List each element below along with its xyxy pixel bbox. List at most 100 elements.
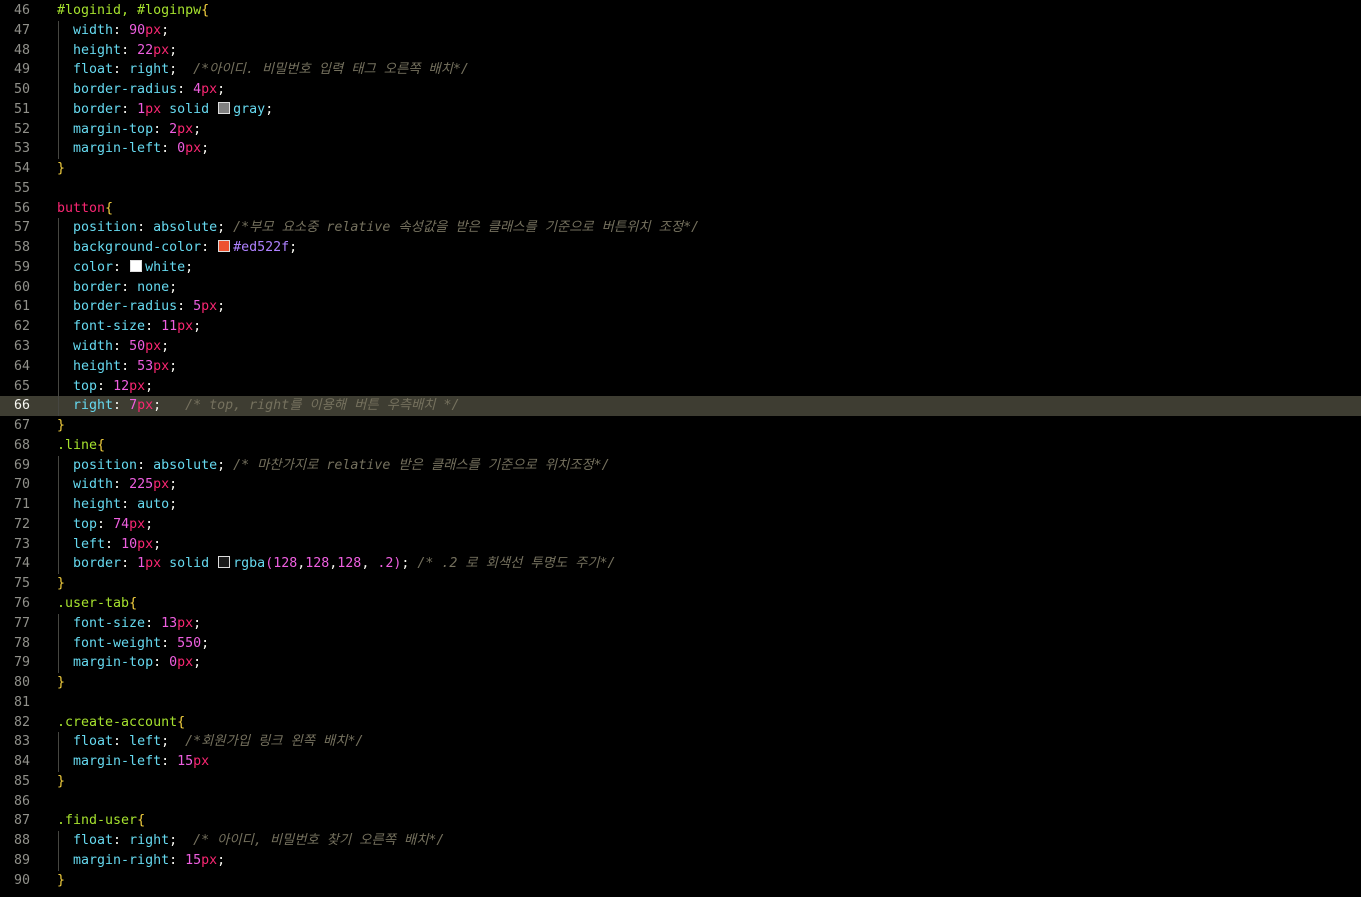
code-text: margin-left: 15px	[57, 752, 209, 772]
code-line[interactable]: 84 margin-left: 15px	[0, 752, 1361, 772]
code-line[interactable]: 57 position: absolute; /*부모 요소중 relative…	[0, 218, 1361, 239]
token-unit: px	[145, 339, 162, 355]
token-prop: height	[73, 42, 122, 58]
token-val: right	[129, 62, 170, 78]
token-num: 74	[113, 516, 130, 532]
token-com: /*아이디. 비밀번호 입력 태그 오른쪽 배치*/	[193, 62, 469, 78]
line-number: 76	[13, 595, 30, 611]
code-line[interactable]: 72 top: 74px;	[0, 514, 1361, 535]
token-brace: }	[57, 872, 66, 888]
token-punc: ;	[201, 635, 210, 651]
code-line[interactable]: 55	[0, 179, 1361, 199]
code-line[interactable]: 63 width: 50px;	[0, 337, 1361, 357]
code-editor[interactable]: 46 #loginid, #loginpw{47 width: 90px; 48 h…	[0, 0, 1361, 890]
code-line[interactable]: 67}	[0, 416, 1361, 436]
code-line[interactable]: 75}	[0, 574, 1361, 594]
code-line[interactable]: 66 right: 7px; /* top, right를 이용해 버튼 우측배…	[0, 396, 1361, 417]
token-prop: margin-left	[73, 754, 162, 770]
token-punc: :	[121, 556, 138, 572]
token-punc: ;	[169, 62, 194, 78]
code-line[interactable]: 80}	[0, 673, 1361, 693]
token-punc: :	[121, 279, 138, 295]
line-number: 52	[13, 121, 30, 137]
token-num: 53	[137, 358, 154, 374]
code-text: height: 22px;	[57, 41, 177, 61]
token-tag: button	[57, 200, 106, 216]
code-line[interactable]: 48 height: 22px;	[0, 40, 1361, 61]
code-line[interactable]: 73 left: 10px;	[0, 534, 1361, 555]
code-line[interactable]: 81	[0, 693, 1361, 713]
token-brace: }	[57, 773, 66, 789]
token-punc	[57, 82, 73, 97]
code-line[interactable]: 46 #loginid, #loginpw{	[0, 1, 1361, 21]
code-text: width: 50px;	[57, 337, 169, 357]
code-line[interactable]: 74 border: 1px solid rgba(128,128,128, .…	[0, 554, 1361, 575]
code-line[interactable]: 49 float: right; /*아이디. 비밀번호 입력 태그 오른쪽 배…	[0, 60, 1361, 81]
code-text: .create-account{	[57, 713, 185, 733]
code-line[interactable]: 50 border-radius: 4px;	[0, 80, 1361, 100]
token-punc: ;	[169, 497, 178, 513]
token-com: /* .2 로 회색선 투명도 주기*/	[417, 556, 616, 572]
code-text: width: 225px;	[57, 475, 177, 495]
color-swatch-icon[interactable]	[218, 556, 231, 569]
code-line[interactable]: 83 float: left; /*회원가입 링크 왼쪽 배치*/	[0, 732, 1361, 753]
token-sel: .create-account	[57, 714, 178, 730]
code-line[interactable]: 90}	[0, 871, 1361, 891]
token-prop: position	[73, 457, 138, 473]
color-swatch-icon[interactable]	[218, 101, 231, 114]
code-line[interactable]: 88 float: right; /* 아이디, 비밀번호 찾기 오른쪽 배치*…	[0, 831, 1361, 851]
code-line[interactable]: 53 margin-left: 0px;	[0, 139, 1361, 160]
token-num: 0	[169, 655, 178, 671]
line-number: 73	[13, 536, 30, 552]
token-num: 50	[129, 339, 146, 355]
code-line[interactable]: 78 font-weight: 550;	[0, 633, 1361, 654]
token-punc	[57, 636, 73, 651]
token-prop: font-size	[73, 319, 146, 335]
code-line[interactable]: 51 border: 1px solid gray;	[0, 99, 1361, 120]
line-number: 60	[13, 279, 30, 295]
token-punc	[57, 359, 73, 374]
token-unit: px	[137, 536, 154, 552]
code-line[interactable]: 56 button{	[0, 199, 1361, 219]
code-line[interactable]: 79 margin-top: 0px;	[0, 653, 1361, 674]
code-line[interactable]: 58 background-color: #ed522f;	[0, 238, 1361, 258]
token-punc	[57, 537, 73, 552]
token-punc: ;	[217, 220, 234, 236]
code-line[interactable]: 68 .line{	[0, 436, 1361, 456]
code-line[interactable]: 69 position: absolute; /* 마찬가지로 relative…	[0, 455, 1361, 476]
code-line[interactable]: 59 color: white;	[0, 257, 1361, 278]
code-line[interactable]: 87 .find-user{	[0, 811, 1361, 831]
code-line[interactable]: 65 top: 12px;	[0, 376, 1361, 397]
code-line[interactable]: 82 .create-account{	[0, 713, 1361, 733]
color-swatch-icon[interactable]	[218, 240, 231, 253]
code-line[interactable]: 60 border: none;	[0, 277, 1361, 298]
token-punc: :	[153, 121, 170, 137]
code-line[interactable]: 52 margin-top: 2px;	[0, 119, 1361, 140]
token-unit: px	[145, 22, 162, 38]
token-prop: font-weight	[73, 635, 162, 651]
token-punc: :	[161, 635, 178, 651]
token-unit: px	[145, 101, 162, 117]
token-punc: ,	[361, 556, 378, 572]
code-text: .line{	[57, 436, 105, 456]
code-line[interactable]: 71 height: auto;	[0, 495, 1361, 515]
token-num: 1	[137, 556, 146, 572]
token-punc	[57, 319, 73, 334]
code-text: position: absolute; /* 마찬가지로 relative 받은…	[57, 456, 610, 476]
code-line[interactable]: 62 font-size: 11px;	[0, 317, 1361, 338]
code-line[interactable]: 70 width: 225px;	[0, 475, 1361, 496]
code-line[interactable]: 76 .user-tab{	[0, 594, 1361, 614]
token-prop: top	[73, 516, 98, 532]
code-line[interactable]: 47 width: 90px;	[0, 20, 1361, 41]
code-line[interactable]: 85}	[0, 772, 1361, 792]
token-prop: right	[73, 398, 114, 414]
code-text: border: none;	[57, 278, 177, 298]
code-line[interactable]: 89 margin-right: 15px;	[0, 850, 1361, 871]
code-line[interactable]: 54}	[0, 159, 1361, 179]
token-val: white	[145, 259, 186, 275]
code-line[interactable]: 64 height: 53px;	[0, 356, 1361, 377]
code-line[interactable]: 77 font-size: 13px;	[0, 613, 1361, 634]
code-line[interactable]: 61 border-radius: 5px;	[0, 297, 1361, 318]
code-line[interactable]: 86	[0, 792, 1361, 812]
color-swatch-icon[interactable]	[130, 259, 143, 272]
